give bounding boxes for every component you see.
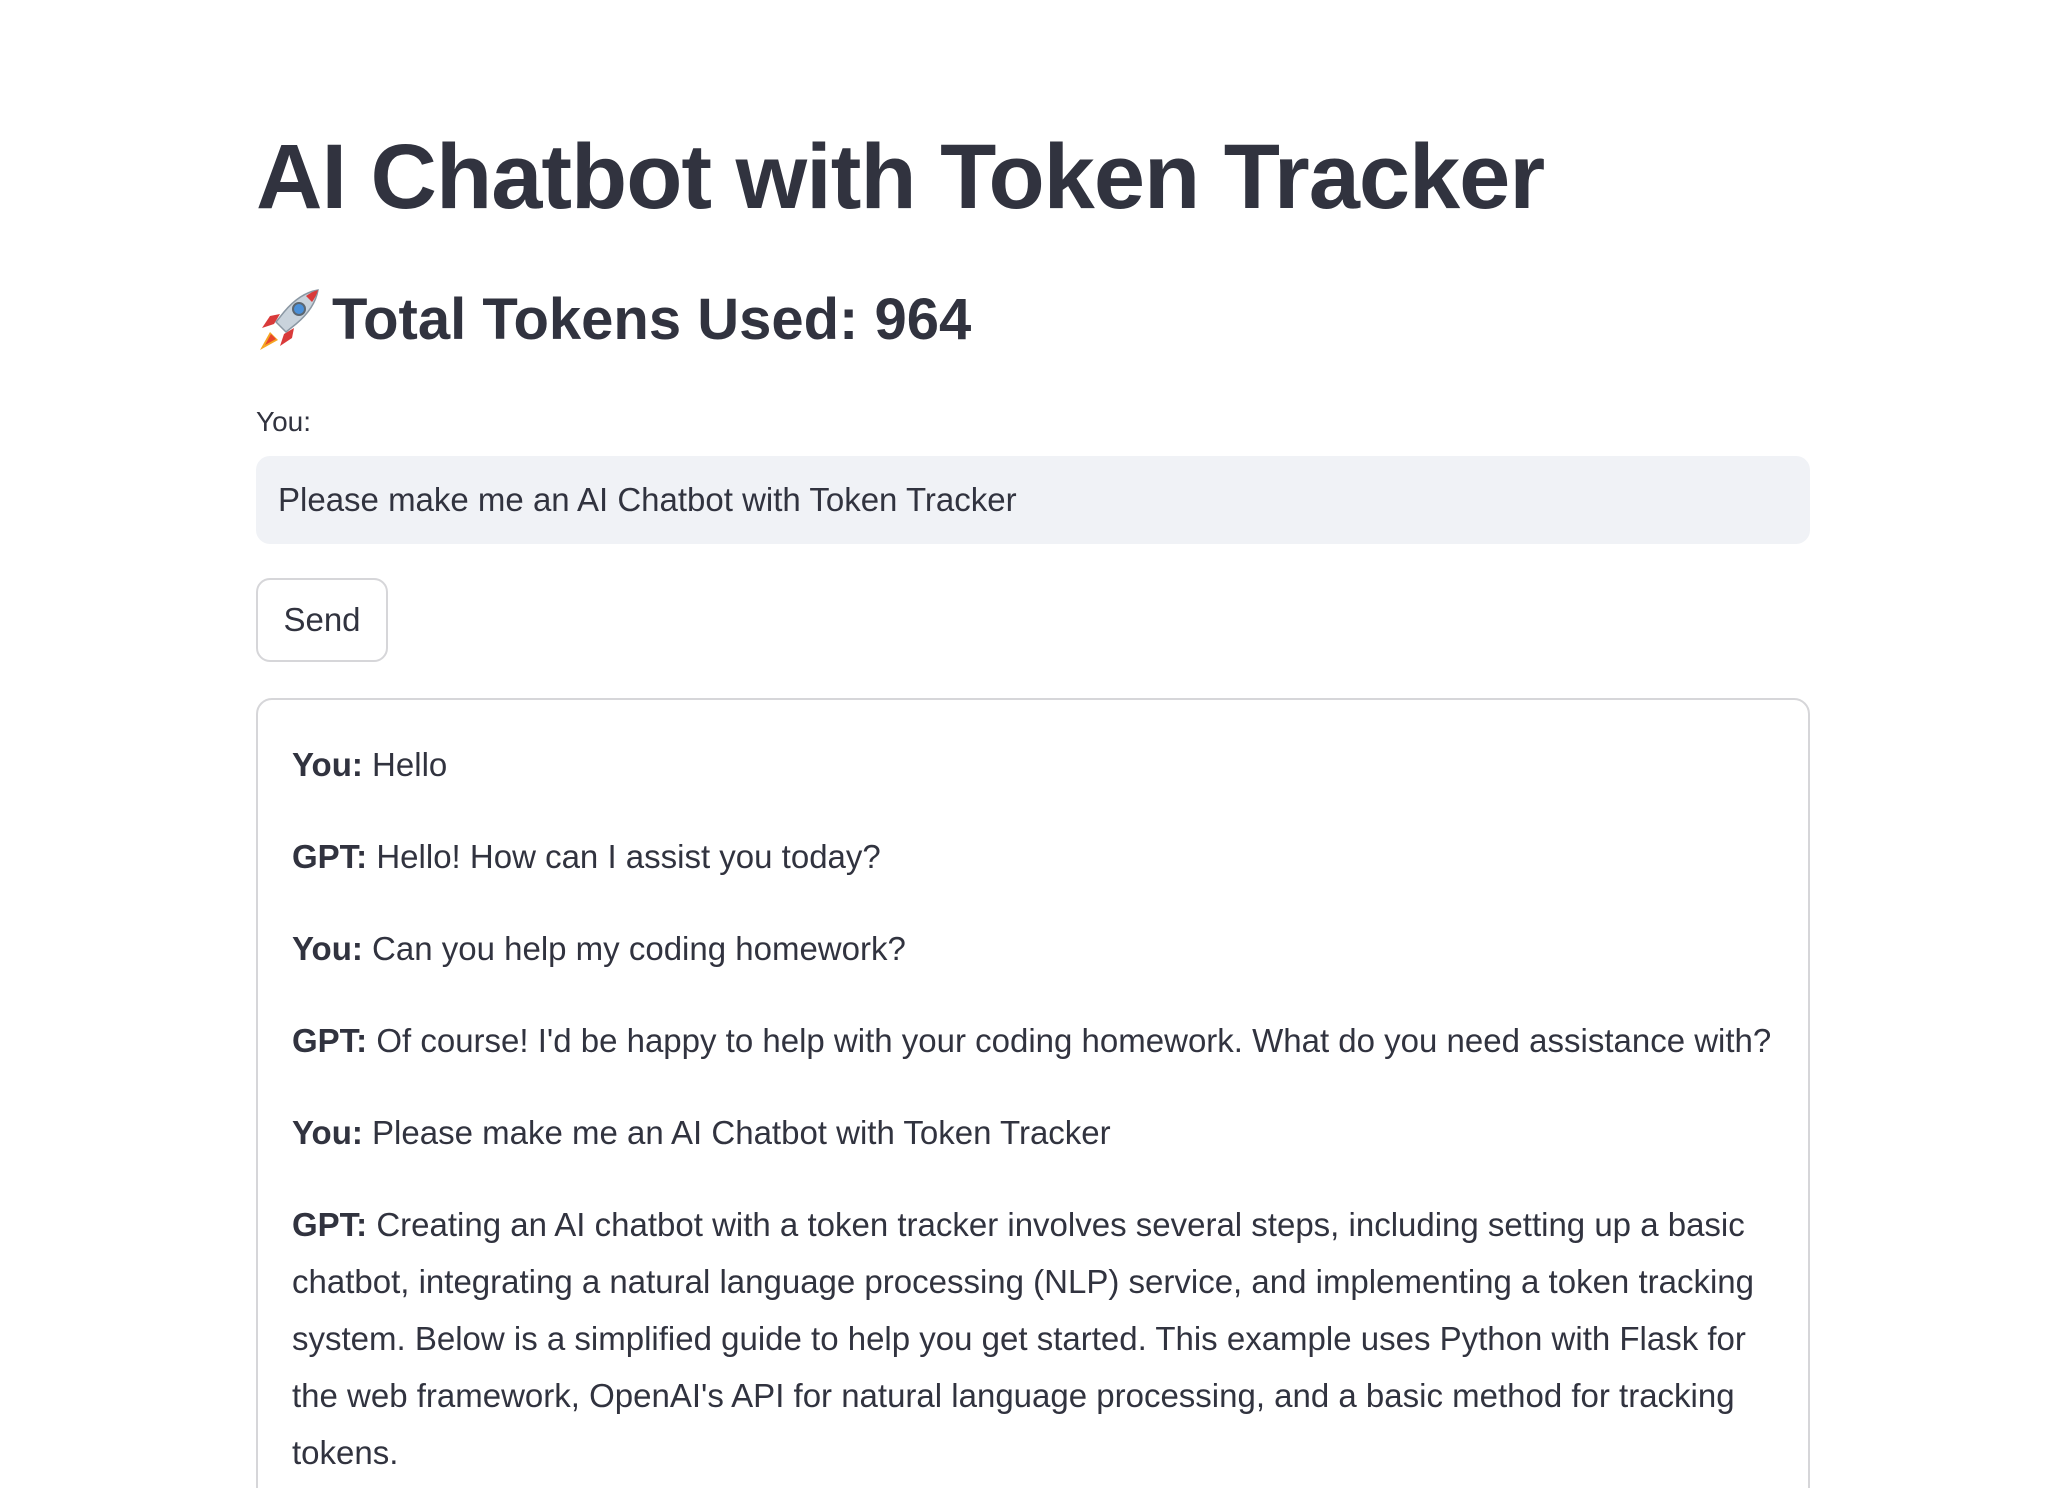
message-text: Of course! I'd be happy to help with you… xyxy=(376,1022,1772,1059)
token-counter-heading: Total Tokens Used: 964 xyxy=(256,284,971,356)
message-speaker: GPT: xyxy=(292,1022,368,1059)
message-text: Please make me an AI Chatbot with Token … xyxy=(372,1114,1111,1151)
chat-message: GPT: Creating an AI chatbot with a token… xyxy=(292,1196,1774,1481)
message-text: Hello xyxy=(372,746,448,783)
message-speaker: GPT: xyxy=(292,838,368,875)
send-button[interactable]: Send xyxy=(256,578,388,662)
total-tokens-label: Total Tokens Used: 964 xyxy=(332,287,972,352)
rocket-icon xyxy=(260,289,319,350)
chat-message: You: Please make me an AI Chatbot with T… xyxy=(292,1104,1774,1161)
message-speaker: You: xyxy=(292,930,363,967)
chat-message: GPT: Of course! I'd be happy to help wit… xyxy=(292,1012,1774,1069)
page-title: AI Chatbot with Token Tracker xyxy=(256,126,1545,228)
message-speaker: You: xyxy=(292,1114,363,1151)
message-speaker: GPT: xyxy=(292,1206,368,1243)
page: AI Chatbot with Token Tracker Total Toke… xyxy=(0,0,2060,1488)
chat-history: You: Hello GPT: Hello! How can I assist … xyxy=(256,698,1810,1488)
message-text: Can you help my coding homework? xyxy=(372,930,906,967)
chat-message: GPT: Hello! How can I assist you today? xyxy=(292,828,1774,885)
message-text: Creating an AI chatbot with a token trac… xyxy=(292,1206,1755,1471)
chat-message: You: Hello xyxy=(292,736,1774,793)
chat-message: You: Can you help my coding homework? xyxy=(292,920,1774,977)
message-input-label: You: xyxy=(256,406,312,437)
message-input[interactable] xyxy=(256,456,1810,544)
message-speaker: You: xyxy=(292,746,363,783)
message-text: Hello! How can I assist you today? xyxy=(376,838,881,875)
